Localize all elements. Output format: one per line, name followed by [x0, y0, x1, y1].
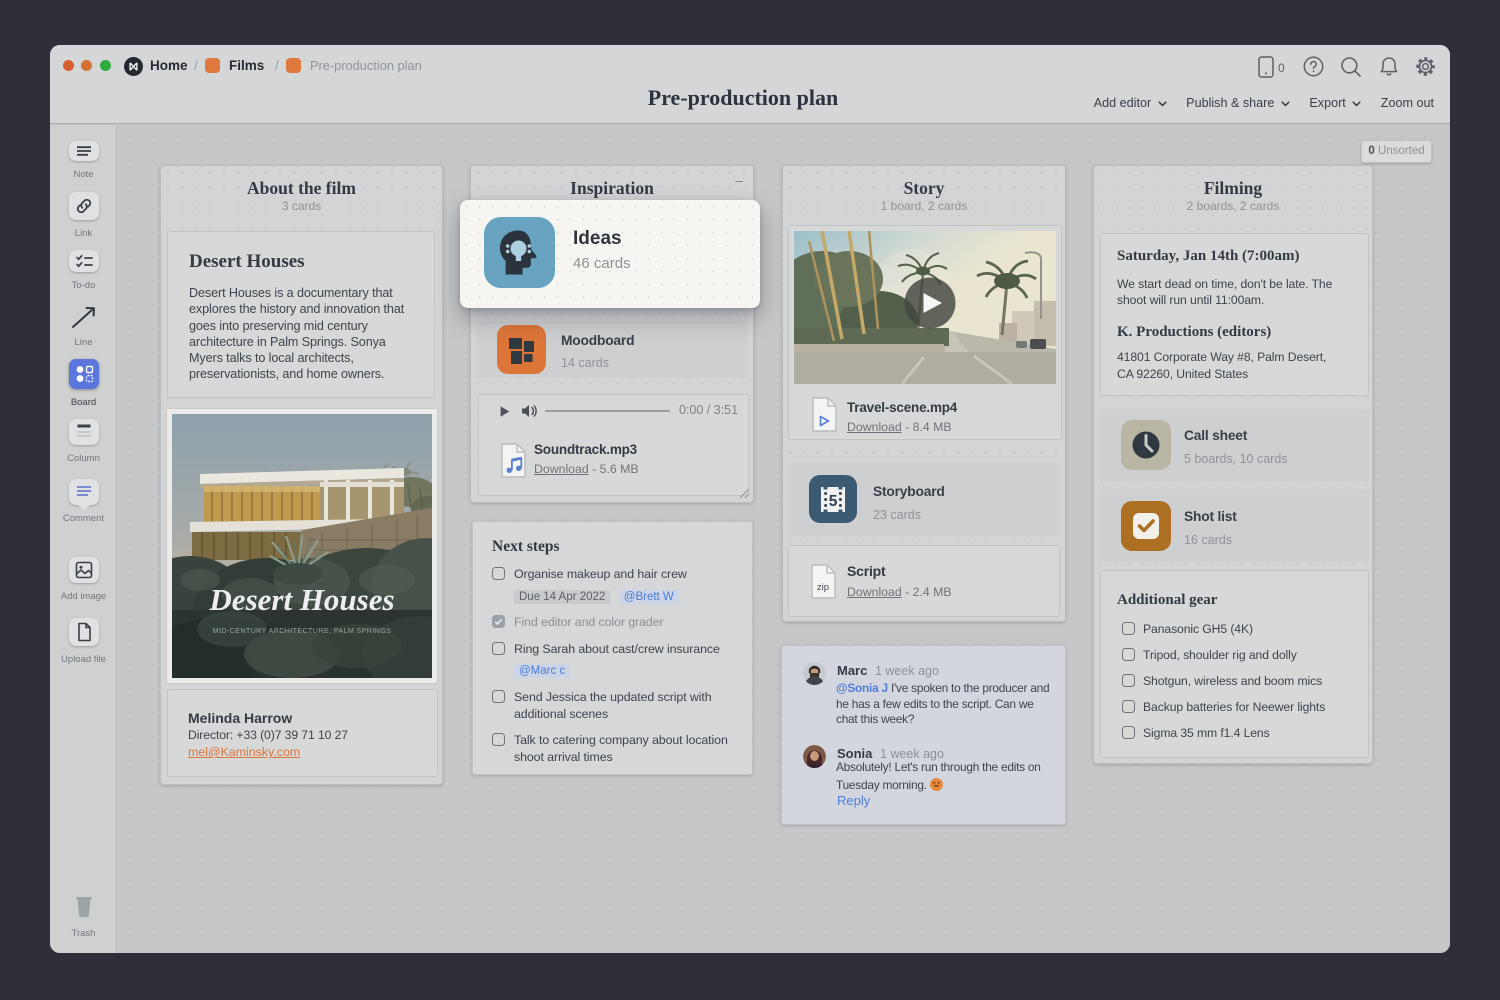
svg-text:zip: zip	[817, 582, 829, 593]
svg-text:MID-CENTURY ARCHITECTURE, PALM: MID-CENTURY ARCHITECTURE, PALM SPRINGS	[213, 626, 392, 635]
svg-text:5: 5	[829, 493, 838, 510]
svg-text:Desert Houses: Desert Houses	[208, 582, 394, 617]
